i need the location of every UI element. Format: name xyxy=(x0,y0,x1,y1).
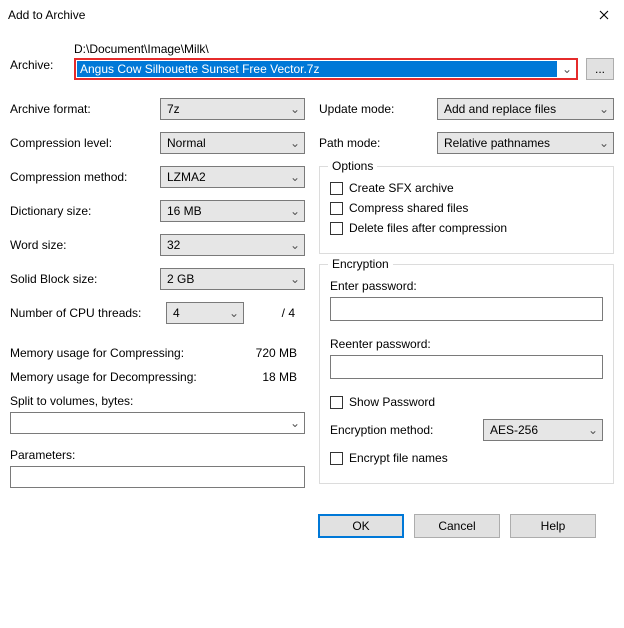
word-value: 32 xyxy=(167,238,180,252)
checkbox-icon xyxy=(330,396,343,409)
ok-label: OK xyxy=(352,519,369,533)
archive-name-value: Angus Cow Silhouette Sunset Free Vector.… xyxy=(77,61,557,77)
chevron-down-icon: ⌄ xyxy=(286,102,304,116)
shared-checkbox[interactable]: Compress shared files xyxy=(330,201,603,215)
chevron-down-icon: ⌄ xyxy=(558,62,576,76)
cpu-label: Number of CPU threads: xyxy=(10,306,160,320)
sfx-label: Create SFX archive xyxy=(349,181,454,195)
block-value: 2 GB xyxy=(167,272,194,286)
format-label: Archive format: xyxy=(10,102,160,116)
word-select[interactable]: 32 ⌄ xyxy=(160,234,305,256)
mem-decomp-label: Memory usage for Decompressing: xyxy=(10,370,197,384)
browse-label: ... xyxy=(595,62,605,76)
checkbox-icon xyxy=(330,222,343,235)
encrypt-names-checkbox[interactable]: Encrypt file names xyxy=(330,451,603,465)
mem-comp-label: Memory usage for Compressing: xyxy=(10,346,184,360)
cancel-label: Cancel xyxy=(438,519,475,533)
enter-password-input[interactable] xyxy=(330,297,603,321)
chevron-down-icon: ⌄ xyxy=(595,102,613,116)
encrypt-names-label: Encrypt file names xyxy=(349,451,448,465)
archive-name-combo[interactable]: Angus Cow Silhouette Sunset Free Vector.… xyxy=(74,58,578,80)
reenter-password-label: Reenter password: xyxy=(330,337,603,351)
titlebar: Add to Archive xyxy=(0,0,624,30)
delete-label: Delete files after compression xyxy=(349,221,507,235)
method-label: Compression method: xyxy=(10,170,160,184)
browse-button[interactable]: ... xyxy=(586,58,614,80)
checkbox-icon xyxy=(330,182,343,195)
shared-label: Compress shared files xyxy=(349,201,468,215)
cpu-total: / 4 xyxy=(250,306,305,320)
split-combo[interactable]: ⌄ xyxy=(10,412,305,434)
params-input[interactable] xyxy=(10,466,305,488)
close-icon xyxy=(599,10,609,20)
chevron-down-icon: ⌄ xyxy=(286,136,304,150)
block-label: Solid Block size: xyxy=(10,272,160,286)
enc-method-label: Encryption method: xyxy=(330,423,475,437)
method-value: LZMA2 xyxy=(167,170,206,184)
enc-method-value: AES-256 xyxy=(490,423,538,437)
archive-label: Archive: xyxy=(10,42,68,72)
window-title: Add to Archive xyxy=(8,8,85,22)
update-label: Update mode: xyxy=(319,102,437,116)
show-password-label: Show Password xyxy=(349,395,435,409)
cpu-value: 4 xyxy=(173,306,180,320)
level-value: Normal xyxy=(167,136,206,150)
dict-label: Dictionary size: xyxy=(10,204,160,218)
encryption-group: Encryption Enter password: Reenter passw… xyxy=(319,264,614,484)
update-value: Add and replace files xyxy=(444,102,556,116)
pathmode-value: Relative pathnames xyxy=(444,136,550,150)
help-label: Help xyxy=(541,519,566,533)
chevron-down-icon: ⌄ xyxy=(286,204,304,218)
cancel-button[interactable]: Cancel xyxy=(414,514,500,538)
pathmode-label: Path mode: xyxy=(319,136,437,150)
word-label: Word size: xyxy=(10,238,160,252)
close-button[interactable] xyxy=(584,0,624,30)
sfx-checkbox[interactable]: Create SFX archive xyxy=(330,181,603,195)
show-password-checkbox[interactable]: Show Password xyxy=(330,395,603,409)
options-legend: Options xyxy=(328,159,377,173)
method-select[interactable]: LZMA2 ⌄ xyxy=(160,166,305,188)
encryption-legend: Encryption xyxy=(328,257,393,271)
params-label: Parameters: xyxy=(10,448,305,462)
dict-value: 16 MB xyxy=(167,204,202,218)
enter-password-label: Enter password: xyxy=(330,279,603,293)
chevron-down-icon: ⌄ xyxy=(286,416,304,430)
archive-path: D:\Document\Image\Milk\ xyxy=(74,42,614,58)
ok-button[interactable]: OK xyxy=(318,514,404,538)
pathmode-select[interactable]: Relative pathnames ⌄ xyxy=(437,132,614,154)
level-select[interactable]: Normal ⌄ xyxy=(160,132,305,154)
enc-method-select[interactable]: AES-256 ⌄ xyxy=(483,419,603,441)
level-label: Compression level: xyxy=(10,136,160,150)
reenter-password-input[interactable] xyxy=(330,355,603,379)
update-select[interactable]: Add and replace files ⌄ xyxy=(437,98,614,120)
mem-comp-value: 720 MB xyxy=(256,346,297,360)
cpu-select[interactable]: 4 ⌄ xyxy=(166,302,244,324)
dict-select[interactable]: 16 MB ⌄ xyxy=(160,200,305,222)
mem-decomp-value: 18 MB xyxy=(262,370,297,384)
chevron-down-icon: ⌄ xyxy=(584,423,602,437)
split-label: Split to volumes, bytes: xyxy=(10,394,305,408)
format-value: 7z xyxy=(167,102,180,116)
help-button[interactable]: Help xyxy=(510,514,596,538)
chevron-down-icon: ⌄ xyxy=(286,238,304,252)
chevron-down-icon: ⌄ xyxy=(225,306,243,320)
checkbox-icon xyxy=(330,202,343,215)
format-select[interactable]: 7z ⌄ xyxy=(160,98,305,120)
chevron-down-icon: ⌄ xyxy=(595,136,613,150)
delete-checkbox[interactable]: Delete files after compression xyxy=(330,221,603,235)
checkbox-icon xyxy=(330,452,343,465)
chevron-down-icon: ⌄ xyxy=(286,272,304,286)
options-group: Options Create SFX archive Compress shar… xyxy=(319,166,614,254)
chevron-down-icon: ⌄ xyxy=(286,170,304,184)
block-select[interactable]: 2 GB ⌄ xyxy=(160,268,305,290)
